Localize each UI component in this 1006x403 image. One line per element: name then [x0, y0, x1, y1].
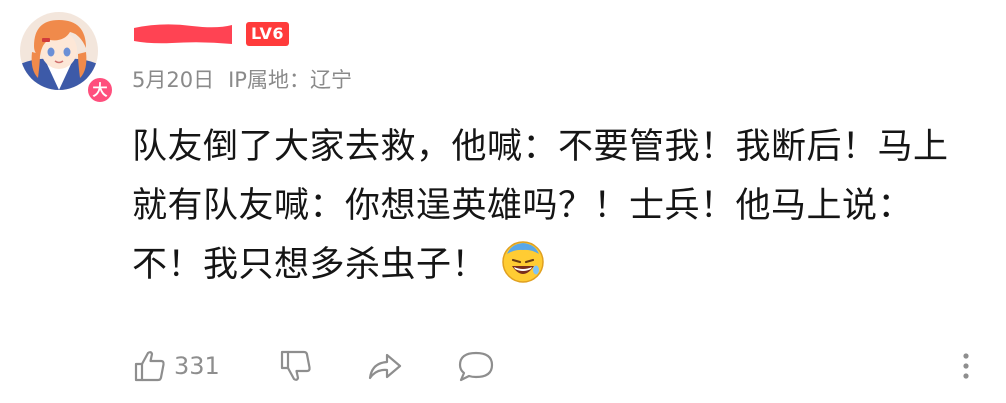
comment-meta: 5月20日 IP属地：辽宁 [132, 64, 352, 94]
level-badge: LV6 [246, 22, 290, 46]
username-redacted[interactable] [132, 14, 236, 46]
redaction-mark [134, 24, 232, 44]
reply-icon [458, 351, 494, 382]
like-button[interactable]: 331 [132, 344, 220, 388]
more-icon [963, 353, 969, 379]
action-bar: 331 [132, 344, 992, 388]
grinning-sweat-emoji [502, 241, 544, 283]
thumbs-up-icon [134, 351, 165, 382]
thumbs-down-icon [280, 350, 311, 381]
like-count: 331 [174, 352, 220, 380]
avatar[interactable]: 大 [20, 12, 115, 105]
share-icon [368, 353, 402, 380]
dislike-button[interactable] [278, 344, 314, 388]
avatar-image [20, 12, 98, 90]
ip-location: IP属地：辽宁 [228, 68, 352, 92]
reply-button[interactable] [456, 344, 496, 388]
avatar-badge: 大 [85, 75, 115, 105]
more-options-button[interactable] [960, 344, 972, 388]
comment-body: 队友倒了大家去救，他喊：不要管我！我断后！马上就有队友喊：你想逞英雄吗？！士兵！… [132, 118, 962, 295]
share-button[interactable] [366, 344, 404, 388]
comment-card: 大 LV6 5月20日 IP属地：辽宁 队友倒了大家去救，他喊：不要管我！我断后！… [0, 0, 1006, 403]
comment-date: 5月20日 [132, 68, 215, 92]
